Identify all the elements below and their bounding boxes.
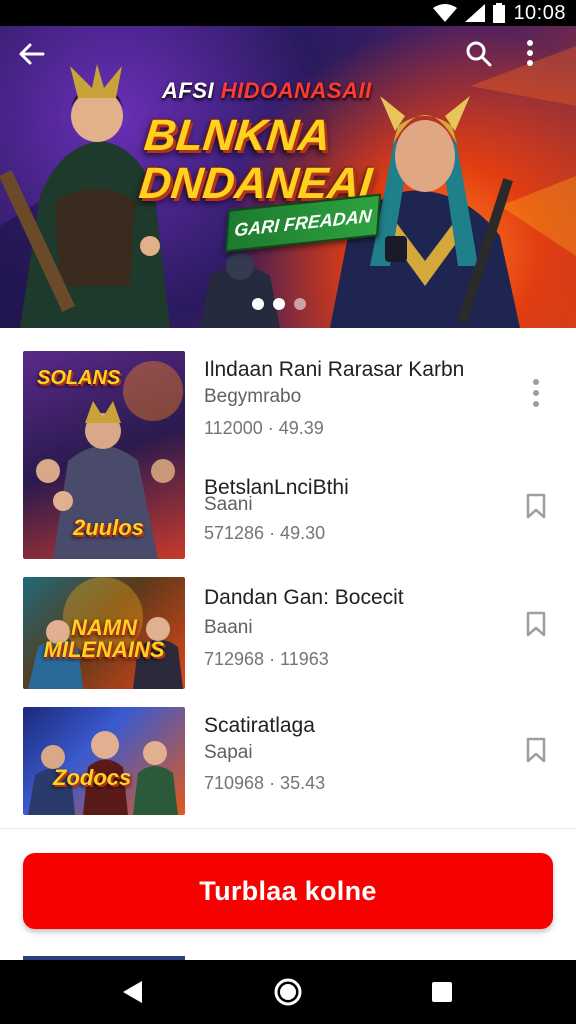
thumbnail-title: Zodocs [53, 765, 132, 790]
item-meta: 571286 · 49.30 [204, 523, 326, 543]
thumbnail-art [28, 731, 178, 815]
list-item[interactable]: SOLANS 2uulos Ilndaan Rani Rarasar Karbn… [0, 328, 576, 568]
thumbnail-title: SOLANS [37, 367, 121, 389]
item-title: Scatiratlaga [204, 714, 315, 737]
back-button[interactable] [17, 40, 57, 80]
banner-page-indicator[interactable] [252, 298, 306, 310]
page-dot-3[interactable] [294, 298, 306, 310]
battery-icon [493, 3, 506, 23]
search-button[interactable] [465, 40, 505, 80]
item-subtitle: Saani [204, 494, 253, 515]
status-time: 10:08 [513, 1, 566, 24]
banner-supertitle-white: AFSI [162, 78, 221, 103]
more-vertical-icon [533, 379, 539, 407]
hero-banner[interactable]: AFSI HIDOANASAII BLNKNA DNDANEAI GARI FR… [0, 26, 576, 328]
banner-supertitle: AFSI HIDOANASAII [162, 78, 372, 104]
home-circle-icon [274, 978, 302, 1006]
signal-icon [465, 4, 486, 22]
thumbnail-badge: 2uulos [73, 515, 144, 540]
arrow-back-icon [19, 43, 45, 65]
bookmark-icon [526, 493, 546, 519]
wifi-icon [433, 4, 458, 22]
item-subtitle: Begymrabo [204, 386, 302, 407]
item-thumbnail: NAMN MILENAINS [23, 577, 185, 689]
page-dot-1[interactable] [252, 298, 264, 310]
item-title: Dandan Gan: Bocecit [204, 586, 404, 609]
more-options-button[interactable] [526, 40, 566, 80]
item-thumbnail: SOLANS 2uulos [23, 351, 185, 559]
nav-recents-button[interactable] [422, 972, 462, 1012]
navigation-bar [0, 960, 576, 1024]
item-thumbnail: Zodocs [23, 707, 185, 815]
page-dot-2[interactable] [273, 298, 285, 310]
bookmark-button[interactable] [516, 730, 556, 770]
search-icon [466, 41, 492, 67]
status-icons: 10:08 [433, 0, 566, 26]
nav-home-button[interactable] [268, 972, 308, 1012]
bookmark-icon [526, 737, 546, 763]
nav-back-button[interactable] [112, 972, 152, 1012]
bookmark-button[interactable] [516, 604, 556, 644]
item-subtitle: Sapai [204, 742, 253, 763]
primary-action-button[interactable]: Turblaa kolne [23, 853, 553, 929]
item-more-button[interactable] [516, 373, 556, 413]
center-hero-figure [200, 252, 280, 328]
list-item[interactable]: NAMN MILENAINS Dandan Gan: Bocecit Baani… [0, 576, 576, 696]
more-vertical-icon [527, 40, 533, 66]
item-meta: 710968 · 35.43 [204, 773, 326, 793]
thumbnail-title: NAMN MILENAINS [43, 615, 165, 662]
item-subtitle: Baani [204, 617, 253, 638]
status-bar: 10:08 [0, 0, 576, 26]
back-triangle-icon [123, 981, 142, 1003]
recents-square-icon [432, 982, 452, 1002]
list-item[interactable]: Zodocs Scatiratlaga Sapai 710968 · 35.43 [0, 706, 576, 816]
content-list: SOLANS 2uulos Ilndaan Rani Rarasar Karbn… [0, 328, 576, 828]
item-meta: 112000 · 49.39 [204, 418, 324, 438]
bookmark-button[interactable] [516, 486, 556, 526]
item-title: Ilndaan Rani Rarasar Karbn [204, 358, 465, 381]
banner-supertitle-red: HIDOANASAII [220, 78, 372, 103]
divider [0, 828, 576, 829]
item-meta: 712968 · 11963 [204, 649, 329, 669]
bookmark-icon [526, 611, 546, 637]
banner-title: BLNKNA DNDANEAI [136, 111, 375, 208]
